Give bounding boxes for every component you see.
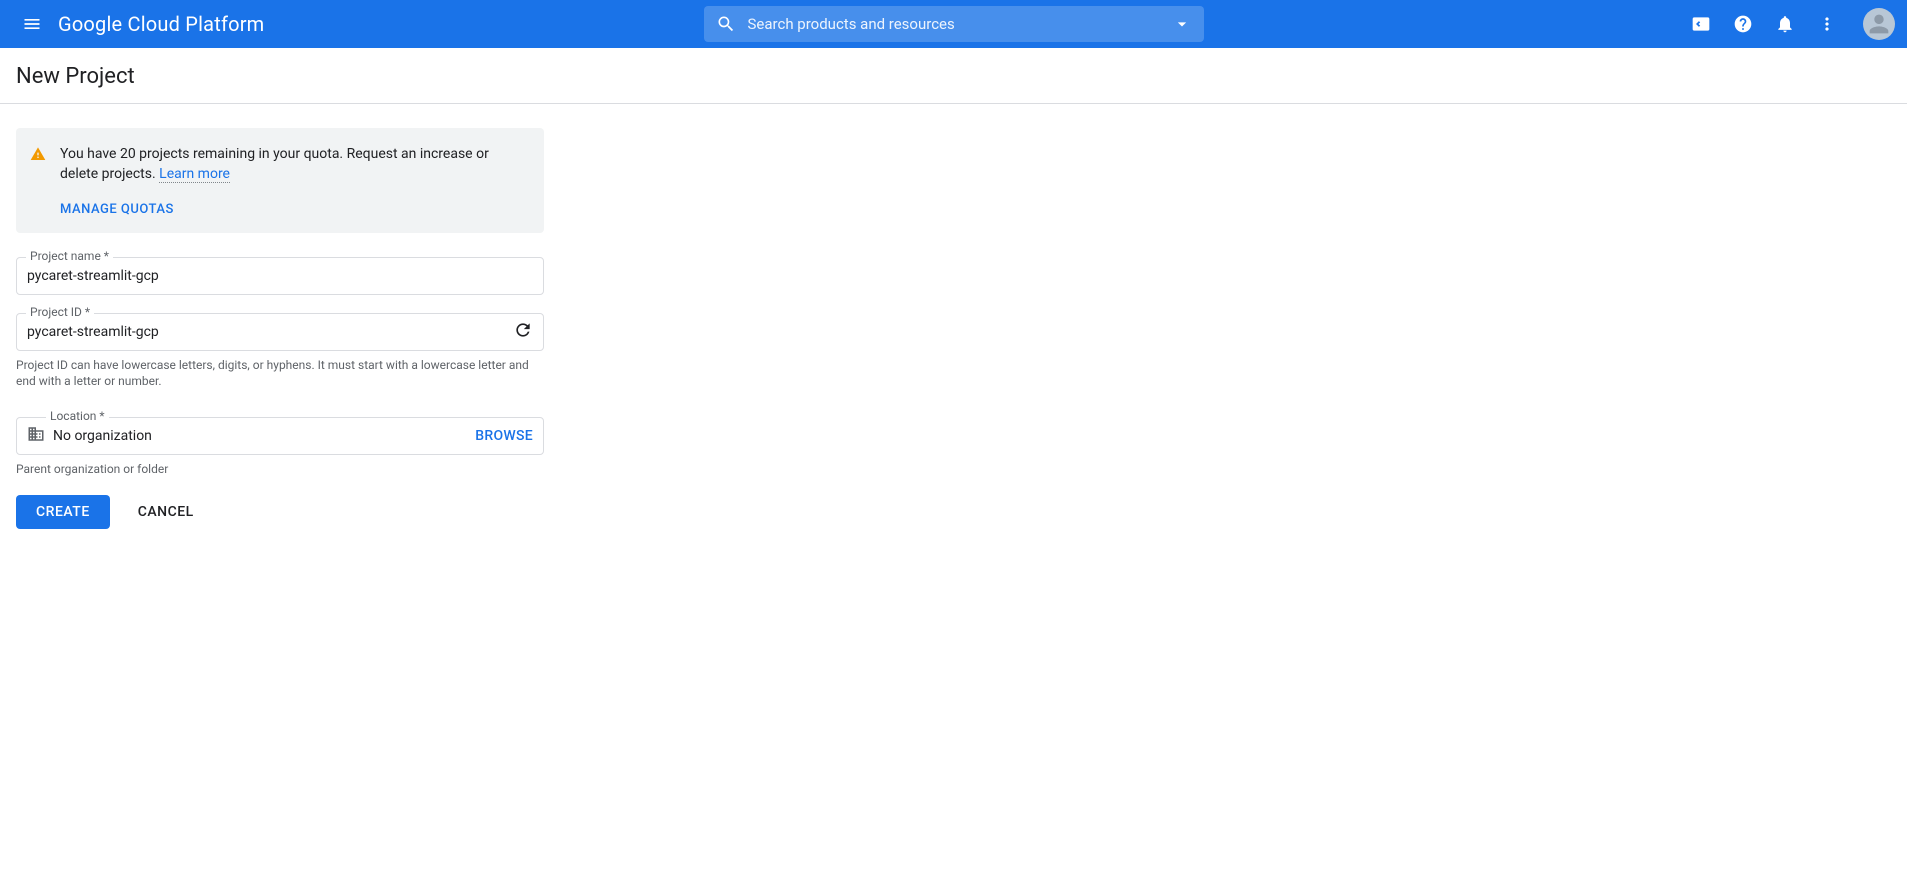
project-id-box [16, 313, 544, 351]
quota-notice: You have 20 projects remaining in your q… [16, 128, 544, 233]
search-box[interactable] [704, 6, 1204, 42]
account-avatar[interactable] [1863, 8, 1895, 40]
project-id-field: Project ID * Project ID can have lowerca… [16, 313, 544, 389]
gcp-logo[interactable]: Google Cloud Platform [58, 12, 264, 36]
browse-button[interactable]: BROWSE [475, 428, 533, 444]
help-button[interactable] [1731, 12, 1755, 36]
location-field: Location * No organization BROWSE Parent… [16, 417, 544, 477]
cancel-button[interactable]: CANCEL [126, 495, 206, 529]
project-id-help: Project ID can have lowercase letters, d… [16, 357, 544, 389]
notice-text: You have 20 projects remaining in your q… [60, 144, 524, 184]
project-name-label: Project name * [26, 249, 113, 263]
page-title: New Project [16, 64, 1891, 89]
more-button[interactable] [1815, 12, 1839, 36]
project-name-input[interactable] [27, 268, 533, 284]
action-row: CREATE CANCEL [16, 495, 544, 529]
project-id-label: Project ID * [26, 305, 94, 319]
refresh-icon [513, 320, 533, 340]
search-icon [716, 14, 736, 34]
warning-icon [30, 146, 46, 162]
location-label: Location * [46, 409, 109, 423]
refresh-id-button[interactable] [513, 320, 533, 344]
dropdown-icon[interactable] [1172, 14, 1192, 34]
topbar-right [1689, 8, 1895, 40]
cloud-shell-icon [1691, 14, 1711, 34]
location-help: Parent organization or folder [16, 461, 544, 477]
notifications-button[interactable] [1773, 12, 1797, 36]
hamburger-menu-button[interactable] [12, 4, 52, 44]
create-button[interactable]: CREATE [16, 495, 110, 529]
top-bar: Google Cloud Platform [0, 0, 1907, 48]
project-name-field: Project name * [16, 257, 544, 295]
learn-more-link[interactable]: Learn more [159, 166, 230, 183]
help-icon [1733, 14, 1753, 34]
main-content: You have 20 projects remaining in your q… [0, 104, 560, 553]
bell-icon [1775, 14, 1795, 34]
notice-message: You have 20 projects remaining in your q… [60, 146, 489, 182]
avatar-icon [1865, 10, 1893, 38]
organization-icon [27, 425, 45, 447]
search-input[interactable] [748, 15, 1172, 33]
cloud-shell-button[interactable] [1689, 12, 1713, 36]
manage-quotas-link[interactable]: MANAGE QUOTAS [60, 202, 174, 217]
project-id-input[interactable] [27, 324, 513, 340]
location-value: No organization [53, 428, 475, 444]
kebab-icon [1817, 14, 1837, 34]
hamburger-icon [22, 14, 42, 34]
page-header: New Project [0, 48, 1907, 104]
